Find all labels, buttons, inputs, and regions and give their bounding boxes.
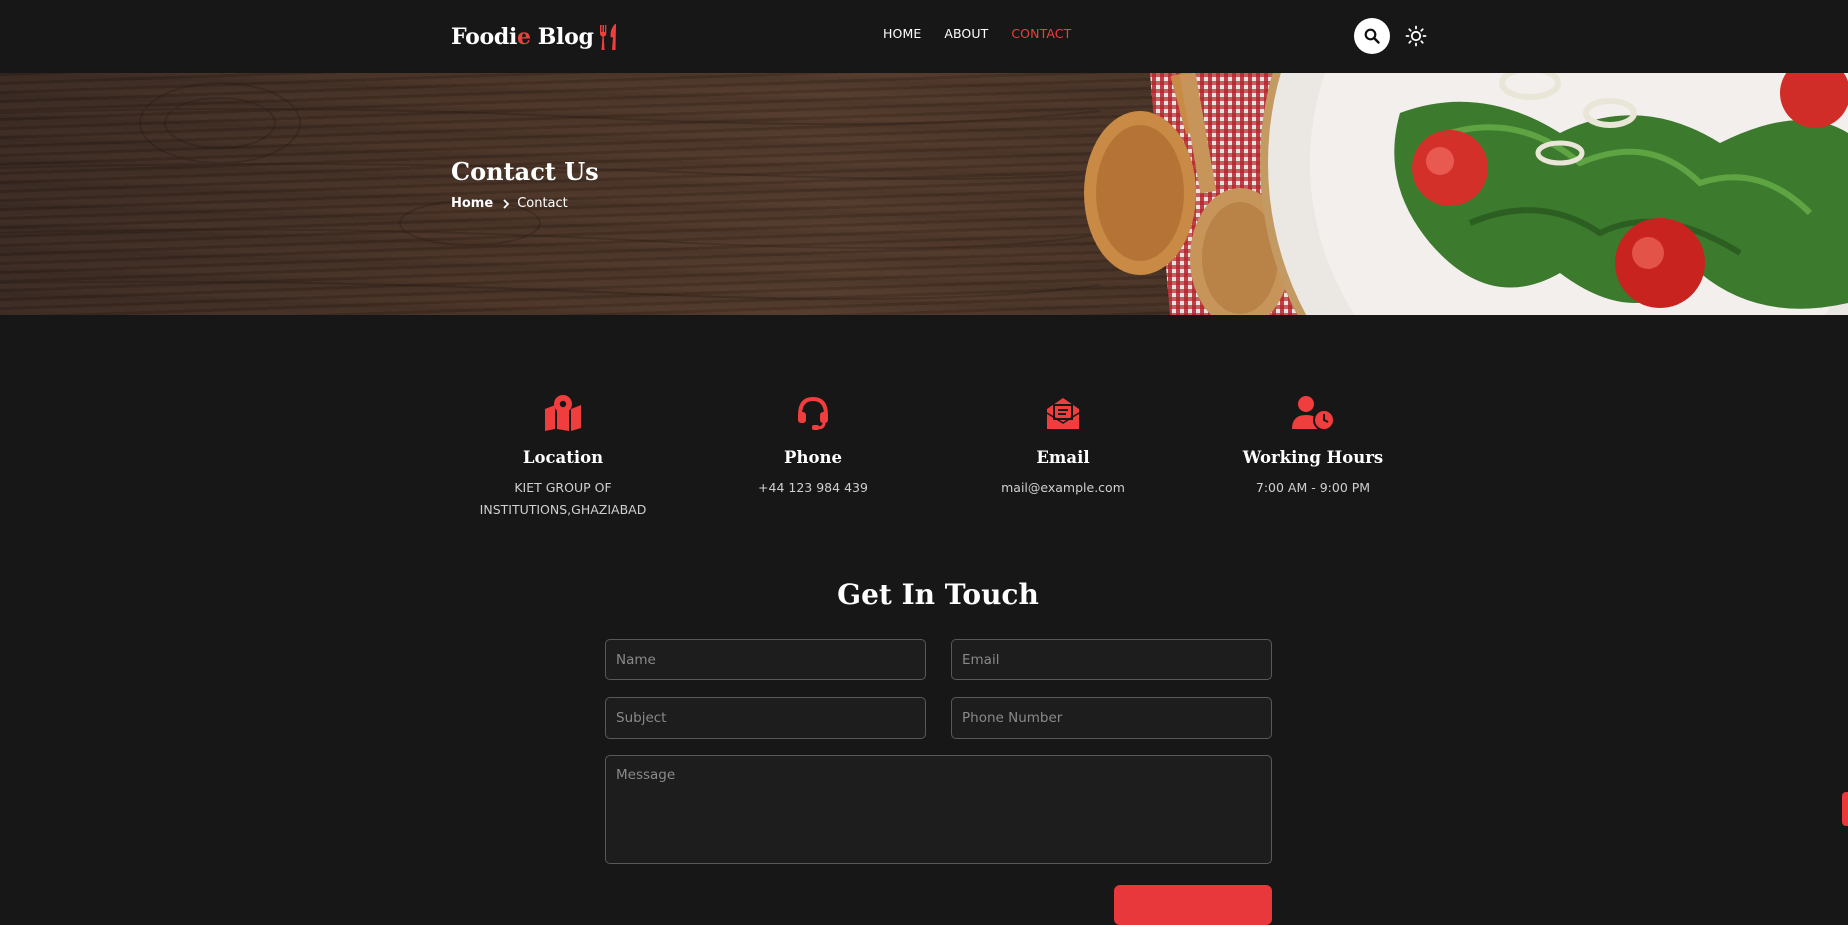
envelope-open-icon <box>948 393 1178 433</box>
logo-text-1: Food <box>451 24 509 50</box>
logo[interactable]: Food i e Blog <box>451 20 621 54</box>
info-text-working-hours: 7:00 AM - 9:00 PM <box>1255 480 1371 495</box>
email-field[interactable] <box>951 639 1272 680</box>
breadcrumb: Home Contact <box>451 196 568 211</box>
info-text-location: KIET GROUP OF INSTITUTIONS,GHAZIABAD <box>479 480 647 517</box>
info-text-phone: +44 123 984 439 <box>758 480 868 495</box>
breadcrumb-home-link[interactable]: Home <box>451 196 493 211</box>
page-hero-banner: Contact Us Home Contact <box>0 73 1848 315</box>
map-pin-icon <box>448 393 678 433</box>
info-card-email: Email mail@example.com <box>948 393 1178 499</box>
breadcrumb-current: Contact <box>517 196 568 211</box>
nav-about[interactable]: ABOUT <box>944 26 988 41</box>
info-title-email: Email <box>1036 448 1090 467</box>
headset-icon <box>698 393 928 433</box>
sun-icon <box>1405 25 1427 47</box>
site-header: Food i e Blog HOME ABOUT CONTACT <box>0 0 1848 73</box>
search-icon <box>1364 28 1380 44</box>
logo-accent-e: e <box>517 24 531 50</box>
info-card-location: Location KIET GROUP OF INSTITUTIONS,GHAZ… <box>448 393 678 521</box>
subject-field[interactable] <box>605 697 926 739</box>
name-field[interactable] <box>605 639 926 680</box>
submit-button[interactable] <box>1114 885 1272 925</box>
side-floating-tab[interactable] <box>1842 792 1848 826</box>
info-title-working-hours: Working Hours <box>1242 448 1384 467</box>
nav-contact[interactable]: CONTACT <box>1011 26 1071 41</box>
info-text-email: mail@example.com <box>1001 480 1125 495</box>
logo-accent-i: i <box>508 24 518 50</box>
logo-text-2: Blog <box>537 24 594 50</box>
info-title-location: Location <box>522 448 604 467</box>
message-field[interactable] <box>605 755 1272 864</box>
info-card-working-hours: Working Hours 7:00 AM - 9:00 PM <box>1198 393 1428 499</box>
info-card-phone: Phone +44 123 984 439 <box>698 393 928 499</box>
page-title: Contact Us <box>451 157 599 186</box>
hero-food-image <box>0 73 1848 315</box>
search-button[interactable] <box>1354 18 1390 54</box>
user-clock-icon <box>1198 393 1428 433</box>
cutlery-icon <box>597 23 621 51</box>
chevron-right-icon <box>502 198 510 209</box>
theme-toggle-button[interactable] <box>1404 24 1428 48</box>
form-title: Get In Touch <box>837 578 1039 611</box>
nav-home[interactable]: HOME <box>883 26 921 41</box>
info-title-phone: Phone <box>784 448 842 467</box>
phone-number-field[interactable] <box>951 697 1272 739</box>
main-nav: HOME ABOUT CONTACT <box>883 26 1094 41</box>
